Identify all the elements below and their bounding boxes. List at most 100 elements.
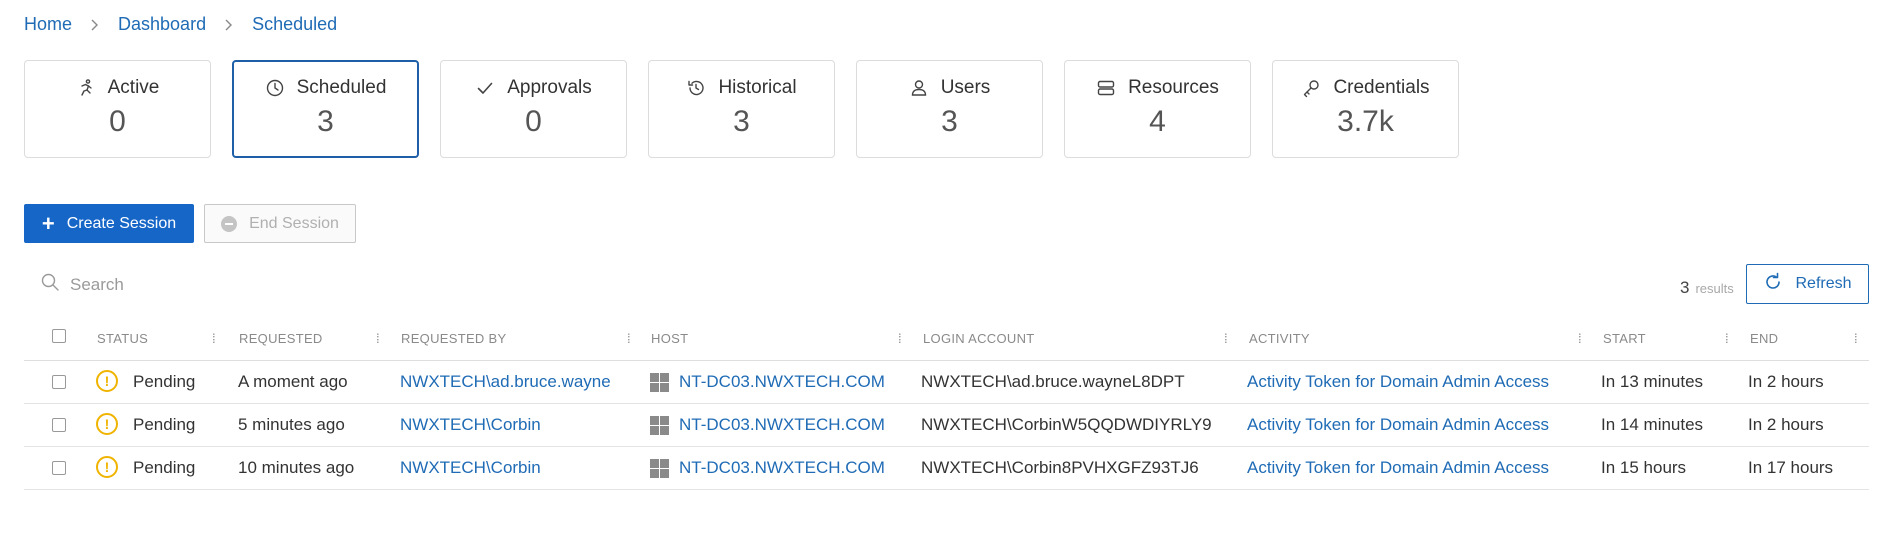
host-link[interactable]: NT-DC03.NWXTECH.COM bbox=[679, 415, 885, 435]
login-account: NWXTECH\Corbin8PVHXGFZ93TJ6 bbox=[921, 458, 1199, 477]
login-account: NWXTECH\CorbinW5QQDWDIYRLY9 bbox=[921, 415, 1212, 434]
card-value: 0 bbox=[525, 105, 542, 138]
login-account: NWXTECH\ad.bruce.wayneL8DPT bbox=[921, 372, 1185, 391]
card-scheduled[interactable]: Scheduled 3 bbox=[232, 60, 419, 158]
host-link[interactable]: NT-DC03.NWXTECH.COM bbox=[679, 458, 885, 478]
refresh-button[interactable]: Refresh bbox=[1746, 264, 1869, 304]
plus-icon: + bbox=[41, 210, 55, 236]
start-time: In 15 hours bbox=[1601, 458, 1687, 477]
search-input[interactable] bbox=[70, 274, 370, 295]
server-icon bbox=[1096, 78, 1116, 98]
activity-link[interactable]: Activity Token for Domain Admin Access bbox=[1247, 458, 1549, 478]
running-person-icon bbox=[76, 78, 96, 98]
row-checkbox[interactable] bbox=[52, 418, 66, 432]
host-link[interactable]: NT-DC03.NWXTECH.COM bbox=[679, 372, 885, 392]
windows-icon bbox=[650, 459, 669, 478]
activity-link[interactable]: Activity Token for Domain Admin Access bbox=[1247, 415, 1549, 435]
breadcrumb: Home Dashboard Scheduled bbox=[24, 14, 337, 35]
column-resize-handle[interactable]: ⁞ bbox=[1578, 331, 1582, 346]
column-resize-handle[interactable]: ⁞ bbox=[1854, 331, 1858, 346]
refresh-label: Refresh bbox=[1795, 275, 1852, 292]
end-session-label: End Session bbox=[249, 214, 339, 232]
sessions-table: STATUS REQUESTED REQUESTED BY HOST LOGIN… bbox=[24, 318, 1869, 490]
card-active[interactable]: Active 0 bbox=[24, 60, 211, 158]
column-resize-handle[interactable]: ⁞ bbox=[376, 331, 380, 346]
breadcrumb-home[interactable]: Home bbox=[24, 14, 72, 35]
card-label: Scheduled bbox=[296, 77, 387, 98]
start-time: In 14 minutes bbox=[1601, 415, 1704, 434]
results-count: 3 results bbox=[1680, 278, 1734, 298]
create-session-button[interactable]: + Create Session bbox=[24, 204, 194, 243]
status-text: Pending bbox=[133, 372, 196, 391]
table-row[interactable]: ! Pending 5 minutes ago NWXTECH\Corbin N… bbox=[24, 404, 1869, 447]
column-header-requested[interactable]: REQUESTED bbox=[239, 331, 323, 346]
column-resize-handle[interactable]: ⁞ bbox=[627, 331, 631, 346]
end-time: In 2 hours bbox=[1748, 372, 1824, 391]
status-text: Pending bbox=[133, 458, 196, 477]
stat-cards: Active 0 Scheduled 3 Approvals 0 Histori… bbox=[24, 60, 1480, 158]
requested-time: 10 minutes ago bbox=[238, 458, 355, 477]
clock-icon bbox=[265, 78, 285, 98]
column-header-activity[interactable]: ACTIVITY bbox=[1249, 331, 1310, 346]
check-icon bbox=[475, 78, 495, 98]
column-resize-handle[interactable]: ⁞ bbox=[1725, 331, 1729, 346]
requested-by-link[interactable]: NWXTECH\Corbin bbox=[400, 458, 541, 478]
requested-by-link[interactable]: NWXTECH\ad.bruce.wayne bbox=[400, 372, 611, 392]
requested-time: 5 minutes ago bbox=[238, 415, 345, 434]
table-row[interactable]: ! Pending 10 minutes ago NWXTECH\Corbin … bbox=[24, 447, 1869, 490]
card-resources[interactable]: Resources 4 bbox=[1064, 60, 1251, 158]
status-text: Pending bbox=[133, 415, 196, 434]
row-checkbox[interactable] bbox=[52, 375, 66, 389]
row-checkbox[interactable] bbox=[52, 461, 66, 475]
column-resize-handle[interactable]: ⁞ bbox=[898, 331, 902, 346]
end-time: In 17 hours bbox=[1748, 458, 1834, 477]
activity-link[interactable]: Activity Token for Domain Admin Access bbox=[1247, 372, 1549, 392]
card-label: Resources bbox=[1128, 77, 1219, 98]
table-row[interactable]: ! Pending A moment ago NWXTECH\ad.bruce.… bbox=[24, 361, 1869, 404]
history-icon bbox=[686, 78, 706, 98]
table-header: STATUS REQUESTED REQUESTED BY HOST LOGIN… bbox=[24, 318, 1869, 361]
breadcrumb-dashboard[interactable]: Dashboard bbox=[118, 14, 206, 35]
card-label: Credentials bbox=[1333, 77, 1430, 98]
card-value: 3 bbox=[317, 105, 334, 138]
column-header-start[interactable]: START bbox=[1603, 331, 1646, 346]
requested-by-link[interactable]: NWXTECH\Corbin bbox=[400, 415, 541, 435]
column-resize-handle[interactable]: ⁞ bbox=[212, 331, 216, 346]
start-time: In 13 minutes bbox=[1601, 372, 1704, 391]
windows-icon bbox=[650, 416, 669, 435]
card-label: Approvals bbox=[507, 77, 592, 98]
results-number: 3 bbox=[1680, 278, 1690, 297]
card-credentials[interactable]: Credentials 3.7k bbox=[1272, 60, 1459, 158]
column-resize-handle[interactable]: ⁞ bbox=[1224, 331, 1228, 346]
card-value: 3 bbox=[941, 105, 958, 138]
search-icon bbox=[40, 272, 70, 297]
column-header-end[interactable]: END bbox=[1750, 331, 1778, 346]
end-session-button[interactable]: End Session bbox=[204, 204, 356, 243]
card-value: 3 bbox=[733, 105, 750, 138]
chevron-right-icon bbox=[85, 15, 105, 35]
column-header-login-account[interactable]: LOGIN ACCOUNT bbox=[923, 331, 1035, 346]
windows-icon bbox=[650, 373, 669, 392]
card-label: Active bbox=[107, 77, 160, 98]
card-users[interactable]: Users 3 bbox=[856, 60, 1043, 158]
card-approvals[interactable]: Approvals 0 bbox=[440, 60, 627, 158]
column-header-requested-by[interactable]: REQUESTED BY bbox=[401, 331, 506, 346]
card-historical[interactable]: Historical 3 bbox=[648, 60, 835, 158]
user-icon bbox=[909, 78, 929, 98]
key-icon bbox=[1301, 78, 1321, 98]
card-label: Users bbox=[940, 77, 991, 98]
card-value: 4 bbox=[1149, 105, 1166, 138]
requested-time: A moment ago bbox=[238, 372, 348, 391]
breadcrumb-scheduled[interactable]: Scheduled bbox=[252, 14, 337, 35]
chevron-right-icon bbox=[219, 15, 239, 35]
search-bar bbox=[40, 272, 370, 297]
card-value: 0 bbox=[109, 105, 126, 138]
refresh-icon bbox=[1763, 272, 1795, 297]
select-all-checkbox[interactable] bbox=[52, 329, 66, 343]
warning-icon: ! bbox=[96, 370, 118, 392]
card-label: Historical bbox=[718, 77, 797, 98]
warning-icon: ! bbox=[96, 456, 118, 478]
minus-circle-icon bbox=[221, 215, 238, 232]
column-header-host[interactable]: HOST bbox=[651, 331, 688, 346]
column-header-status[interactable]: STATUS bbox=[97, 331, 148, 346]
